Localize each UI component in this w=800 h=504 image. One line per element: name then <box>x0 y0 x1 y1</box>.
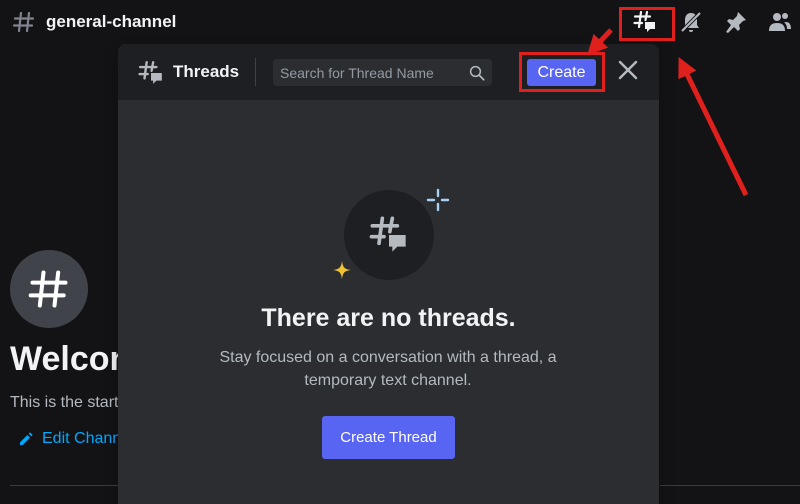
close-icon[interactable] <box>616 58 640 82</box>
pencil-icon <box>20 432 33 445</box>
divider <box>660 485 800 486</box>
create-thread-button[interactable]: Create Thread <box>322 416 455 459</box>
channel-welcome-avatar <box>10 250 88 328</box>
notification-muted-icon[interactable] <box>679 10 703 34</box>
search-icon <box>469 65 485 81</box>
threads-icon-highlight <box>619 7 675 41</box>
threads-popout: Threads Create There are no threads. Sta… <box>118 44 659 504</box>
channel-name: general-channel <box>46 12 177 31</box>
channel-header: general-channel <box>0 0 800 44</box>
empty-state-description: Stay focused on a conversation with a th… <box>219 349 557 389</box>
sparkle-icon <box>332 260 352 280</box>
create-button-highlight <box>519 52 605 92</box>
threads-icon <box>369 216 406 252</box>
hashtag-icon <box>12 11 35 33</box>
empty-state-title: There are no threads. <box>261 304 516 332</box>
threads-title: Threads <box>173 62 240 81</box>
thread-search-input[interactable] <box>273 59 468 86</box>
member-list-icon[interactable] <box>768 10 792 34</box>
annotation-arrow <box>678 57 749 197</box>
sparkle-icon <box>426 188 450 212</box>
threads-icon <box>138 60 162 84</box>
threads-popout-header: Threads Create <box>118 44 659 100</box>
thread-search-box[interactable] <box>273 59 492 86</box>
hashtag-icon <box>28 270 68 308</box>
empty-state-illustration <box>344 190 434 280</box>
header-separator <box>255 58 256 86</box>
edit-channel-link[interactable]: Edit Channel <box>18 430 134 448</box>
divider <box>10 485 120 486</box>
pin-icon[interactable] <box>724 10 748 34</box>
